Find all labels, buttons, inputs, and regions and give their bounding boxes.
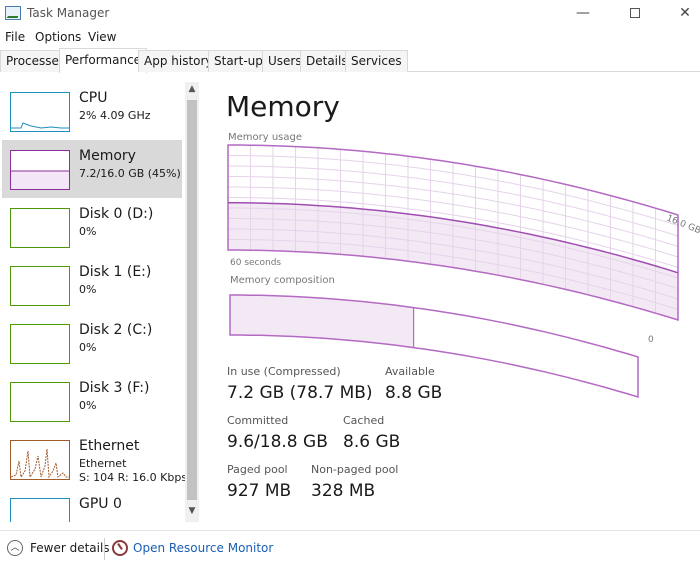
paged-pool-value: 927 MB — [227, 481, 292, 501]
sidebar-item-label: Disk 0 (D:) — [79, 206, 154, 222]
sidebar-item-memory[interactable]: Memory 7.2/16.0 GB (45%) — [2, 140, 182, 198]
cpu-mini-graph — [11, 122, 69, 129]
memory-usage-graph — [227, 144, 679, 322]
scroll-up-icon[interactable]: ▲ — [185, 84, 199, 98]
non-paged-pool-label: Non-paged pool — [311, 463, 399, 476]
sidebar-item-cpu[interactable]: CPU 2% 4.09 GHz — [2, 82, 182, 140]
sidebar-item-label: Disk 1 (E:) — [79, 264, 152, 280]
sidebar-item-disk-1[interactable]: Disk 1 (E:) 0% — [2, 256, 182, 314]
in-use-label: In use (Compressed) — [227, 365, 341, 378]
sidebar-item-label: CPU — [79, 90, 108, 106]
disk-2-thumbnail-graph — [10, 324, 70, 364]
time-span-label: 60 seconds — [230, 258, 281, 268]
memory-zero-label: 0 — [648, 335, 654, 345]
cpu-thumbnail-graph — [10, 92, 70, 132]
available-value: 8.8 GB — [385, 383, 443, 403]
disk-1-thumbnail-graph — [10, 266, 70, 306]
sidebar-item-label: Memory — [79, 148, 136, 164]
ethernet-mini-graph — [10, 448, 69, 479]
memory-composition-label: Memory composition — [230, 275, 335, 286]
tab-services[interactable]: Services — [345, 50, 408, 72]
scroll-down-icon[interactable]: ▼ — [185, 506, 199, 520]
open-resource-monitor-link[interactable]: Open Resource Monitor — [133, 541, 273, 555]
sidebar-item-label: Disk 3 (F:) — [79, 380, 150, 396]
sidebar-item-ethernet[interactable]: Ethernet Ethernet S: 104 R: 16.0 Kbps — [2, 430, 187, 488]
disk-3-thumbnail-graph — [10, 382, 70, 422]
paged-pool-label: Paged pool — [227, 463, 288, 476]
sidebar-item-disk-3[interactable]: Disk 3 (F:) 0% — [2, 372, 182, 430]
maximize-icon — [630, 8, 640, 18]
sidebar-item-sub: 7.2/16.0 GB (45%) — [79, 167, 181, 180]
sidebar-item-label: Disk 2 (C:) — [79, 322, 153, 338]
sidebar-item-disk-0[interactable]: Disk 0 (D:) 0% — [2, 198, 182, 256]
non-paged-pool-value: 328 MB — [311, 481, 376, 501]
sidebar-item-label: GPU 0 — [79, 496, 122, 512]
resource-monitor-icon[interactable] — [112, 540, 128, 556]
disk-0-thumbnail-graph — [10, 208, 70, 248]
memory-detail-panel: Memory Memory usage 16.0 GB 60 seconds M… — [210, 80, 700, 530]
sidebar-item-sub: 0% — [79, 283, 97, 296]
in-use-value: 7.2 GB (78.7 MB) — [227, 383, 373, 403]
sidebar-item-sub: 2% 4.09 GHz — [79, 109, 151, 122]
memory-composition-bar — [229, 294, 639, 399]
sidebar-scrollbar[interactable]: ▲ ▼ — [185, 82, 199, 522]
page-title: Memory — [226, 90, 340, 123]
tab-performance[interactable]: Performance — [59, 48, 148, 73]
maximize-button[interactable] — [620, 4, 650, 24]
tab-startup[interactable]: Start-up — [208, 50, 269, 72]
memory-thumbnail-graph — [10, 150, 70, 190]
gpu-0-thumbnail-graph — [10, 498, 70, 522]
cached-value: 8.6 GB — [343, 432, 401, 452]
minimize-button[interactable]: — — [568, 4, 598, 24]
fewer-details-link[interactable]: Fewer details — [30, 541, 110, 555]
tab-bar: Processes Performance App history Start-… — [0, 48, 700, 73]
footer-divider — [104, 538, 105, 560]
title-bar: Task Manager — ✕ — [0, 0, 700, 28]
sidebar-item-sub: 0% — [79, 225, 97, 238]
window-title: Task Manager — [27, 6, 110, 20]
sidebar-item-sub-2: S: 104 R: 16.0 Kbps — [79, 471, 188, 484]
sidebar-item-disk-2[interactable]: Disk 2 (C:) 0% — [2, 314, 182, 372]
tab-app-history[interactable]: App history — [138, 50, 219, 72]
sidebar-item-sub: 0% — [79, 341, 97, 354]
available-label: Available — [385, 365, 435, 378]
ethernet-thumbnail-graph — [10, 440, 70, 480]
task-manager-icon — [5, 6, 21, 20]
sidebar-item-sub: 0% — [79, 399, 97, 412]
menu-file[interactable]: File — [5, 30, 25, 44]
cached-label: Cached — [343, 414, 385, 427]
memory-max-label: 16.0 GB — [665, 214, 700, 237]
menu-view[interactable]: View — [88, 30, 116, 44]
committed-label: Committed — [227, 414, 289, 427]
committed-value: 9.6/18.8 GB — [227, 432, 328, 452]
memory-mini-graph — [11, 170, 69, 189]
menu-options[interactable]: Options — [35, 30, 81, 44]
close-button[interactable]: ✕ — [670, 4, 700, 24]
chevron-up-icon[interactable]: ︿ — [7, 540, 23, 556]
scrollbar-thumb[interactable] — [187, 100, 197, 500]
sidebar-item-sub: Ethernet — [79, 457, 127, 470]
sidebar-item-label: Ethernet — [79, 438, 140, 454]
performance-sidebar: CPU 2% 4.09 GHz Memory 7.2/16.0 GB (45%)… — [0, 82, 200, 522]
sidebar-item-gpu-0[interactable]: GPU 0 — [2, 488, 182, 522]
footer-bar: ︿ Fewer details Open Resource Monitor — [0, 530, 700, 567]
memory-usage-label: Memory usage — [228, 132, 302, 143]
